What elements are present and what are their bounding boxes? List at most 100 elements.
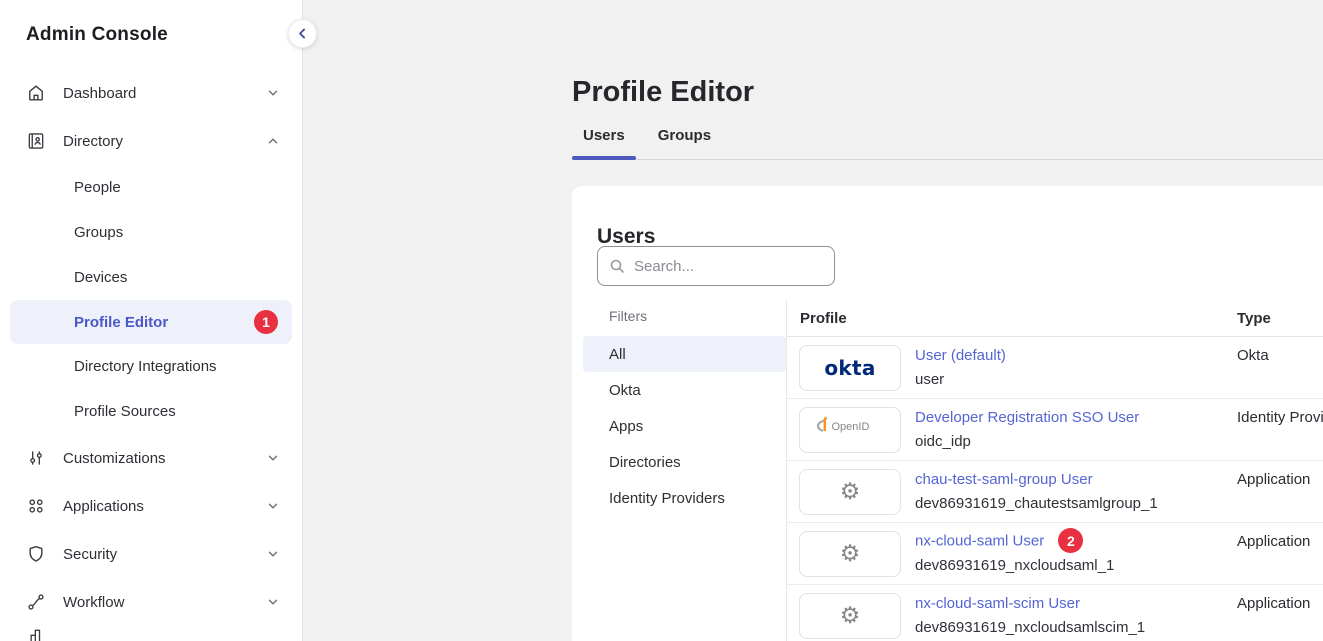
profile-id: dev86931619_nxcloudsaml_1	[915, 554, 1114, 578]
sidebar-item-label: Customizations	[63, 450, 166, 467]
filter-label: Okta	[609, 382, 641, 399]
reports-icon	[27, 627, 47, 641]
sidebar-item-dashboard[interactable]: Dashboard	[0, 69, 302, 117]
sidebar-item-label: People	[74, 179, 121, 196]
search-input[interactable]	[597, 246, 835, 286]
table-header: Profile Type	[787, 300, 1323, 337]
sidebar: Admin Console Dashboard Directory People…	[0, 0, 303, 641]
sidebar-collapse-button[interactable]	[288, 19, 317, 48]
table-row: ⚙ chau-test-saml-group User dev86931619_…	[787, 461, 1323, 523]
sidebar-item-profile-sources[interactable]: Profile Sources	[0, 389, 302, 434]
filter-label: Identity Providers	[609, 490, 725, 507]
okta-logo: okta	[824, 356, 875, 380]
profiles-table: Profile Type okta User (default) user Ok…	[787, 300, 1323, 641]
tab-label: Users	[583, 127, 625, 144]
card-panel: Filters All Okta Apps Directories Identi…	[572, 300, 1323, 641]
profile-logo-box: OpenID	[799, 407, 901, 453]
profile-id: user	[915, 368, 1006, 392]
annotation-badge: 2	[1058, 528, 1083, 553]
filters-title: Filters	[609, 308, 786, 324]
sidebar-item-directory-integrations[interactable]: Directory Integrations	[0, 344, 302, 389]
main-content: Profile Editor Users Groups Users Filter…	[302, 0, 1323, 641]
profile-name-link[interactable]: nx-cloud-saml-scim User	[915, 595, 1080, 612]
profile-name-link[interactable]: Developer Registration SSO User	[915, 409, 1139, 426]
filter-directories[interactable]: Directories	[583, 444, 786, 480]
sidebar-item-security[interactable]: Security	[0, 530, 302, 578]
tab-groups[interactable]: Groups	[647, 123, 722, 159]
apps-grid-icon	[26, 496, 46, 516]
sidebar-item-label: Profile Sources	[74, 403, 176, 420]
sidebar-item-label: Security	[63, 546, 117, 563]
chevron-down-icon	[266, 547, 280, 561]
filter-label: All	[609, 346, 626, 363]
filter-all[interactable]: All	[583, 336, 786, 372]
sidebar-item-applications[interactable]: Applications	[0, 482, 302, 530]
sidebar-item-label: Workflow	[63, 594, 124, 611]
search-box	[597, 246, 835, 286]
filters-list: All Okta Apps Directories Identity Provi…	[572, 336, 786, 516]
chevron-down-icon	[266, 86, 280, 100]
tab-users[interactable]: Users	[572, 123, 636, 159]
profile-logo-box: ⚙	[799, 593, 901, 639]
table-row: ⚙ nx-cloud-saml-scim User dev86931619_nx…	[787, 585, 1323, 641]
profile-type: Application	[1237, 471, 1310, 488]
chevron-down-icon	[266, 499, 280, 513]
users-card: Users Filters All Okta Apps Directories …	[572, 186, 1323, 641]
filter-okta[interactable]: Okta	[583, 372, 786, 408]
gear-icon: ⚙	[840, 542, 861, 566]
profile-type: Okta	[1237, 347, 1269, 364]
column-header-profile: Profile	[800, 310, 847, 327]
profile-type: Application	[1237, 533, 1310, 550]
table-row: ⚙ nx-cloud-saml User 2 dev86931619_nxclo…	[787, 523, 1323, 585]
sidebar-item-label: Groups	[74, 224, 123, 241]
profile-name-link[interactable]: User (default)	[915, 347, 1006, 364]
openid-logo: OpenID	[814, 415, 886, 444]
sidebar-item-profile-editor[interactable]: Profile Editor 1	[10, 300, 292, 344]
chevron-down-icon	[266, 595, 280, 609]
profile-type: Identity Provider	[1237, 409, 1323, 426]
chevron-up-icon	[266, 134, 280, 148]
profile-logo-box: okta	[799, 345, 901, 391]
sidebar-item-label: Directory Integrations	[74, 358, 217, 375]
sidebar-item-label: Dashboard	[63, 85, 136, 102]
sidebar-item-label: Applications	[63, 498, 144, 515]
home-icon	[26, 83, 46, 103]
profile-name-link[interactable]: chau-test-saml-group User	[915, 471, 1093, 488]
sidebar-item-groups[interactable]: Groups	[0, 210, 302, 255]
profile-id: oidc_idp	[915, 430, 1139, 454]
sidebar-item-directory[interactable]: Directory	[0, 117, 302, 165]
profile-name-link[interactable]: nx-cloud-saml User	[915, 532, 1044, 549]
sidebar-item-people[interactable]: People	[0, 165, 302, 210]
table-row: OpenID Developer Registration SSO User o…	[787, 399, 1323, 461]
sidebar-nav: Dashboard Directory People Groups Device…	[0, 69, 302, 626]
profile-logo-box: ⚙	[799, 469, 901, 515]
table-body: okta User (default) user Okta OpenID Dev…	[787, 337, 1323, 641]
column-header-type: Type	[1237, 310, 1271, 327]
table-row: okta User (default) user Okta	[787, 337, 1323, 399]
filter-label: Directories	[609, 454, 681, 471]
sidebar-item-label: Devices	[74, 269, 127, 286]
sidebar-item-workflow[interactable]: Workflow	[0, 578, 302, 626]
gear-icon: ⚙	[840, 604, 861, 628]
admin-console-window: Admin Console Dashboard Directory People…	[0, 0, 1323, 641]
sliders-icon	[26, 448, 46, 468]
profile-id: dev86931619_nxcloudsamlscim_1	[915, 616, 1145, 640]
notification-badge: 1	[254, 310, 278, 334]
gear-icon: ⚙	[840, 480, 861, 504]
profile-logo-box: ⚙	[799, 531, 901, 577]
app-title: Admin Console	[0, 0, 302, 46]
profile-type: Application	[1237, 595, 1310, 612]
profile-id: dev86931619_chautestsamlgroup_1	[915, 492, 1158, 516]
shield-icon	[26, 544, 46, 564]
sidebar-item-customizations[interactable]: Customizations	[0, 434, 302, 482]
sidebar-item-label: Profile Editor	[74, 314, 168, 331]
filter-identity-providers[interactable]: Identity Providers	[583, 480, 786, 516]
svg-text:OpenID: OpenID	[832, 421, 870, 433]
filter-apps[interactable]: Apps	[583, 408, 786, 444]
filter-label: Apps	[609, 418, 643, 435]
workflow-icon	[26, 592, 46, 612]
tab-label: Groups	[658, 127, 711, 144]
tab-bar: Users Groups	[572, 123, 1323, 160]
sidebar-item-devices[interactable]: Devices	[0, 255, 302, 300]
directory-card-icon	[26, 131, 46, 151]
